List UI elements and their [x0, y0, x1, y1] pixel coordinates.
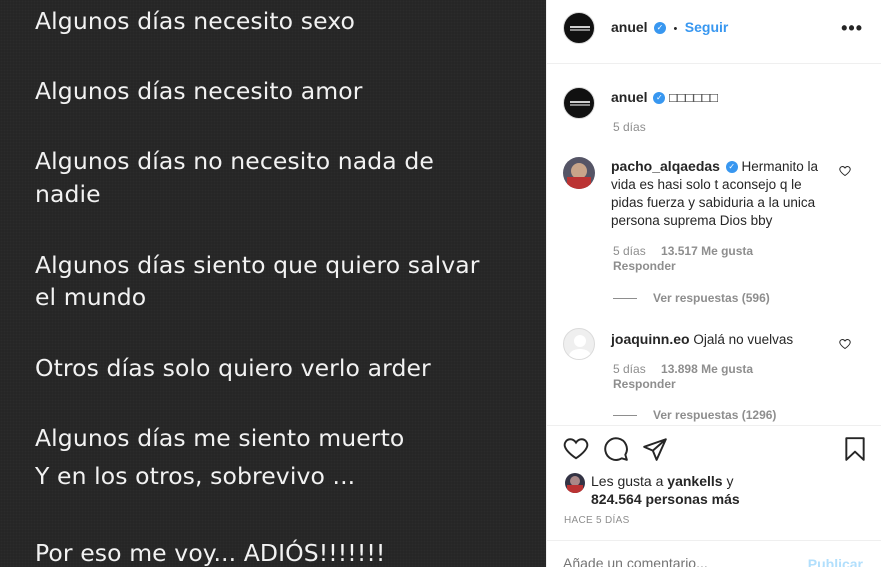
like-comment-icon[interactable]: [839, 165, 851, 177]
post-image[interactable]: Algunos días necesito sexo Algunos días …: [0, 0, 546, 567]
likes-user[interactable]: yankells: [667, 473, 722, 489]
post-actions: Les gusta a yankells y 824.564 personas …: [547, 425, 881, 540]
likes-prefix: Les gusta a: [591, 473, 664, 489]
post-header: anuel ✓ • Seguir •••: [547, 0, 881, 64]
post-time[interactable]: HACE 5 DÍAS: [564, 515, 630, 526]
post-text-line: Algunos días necesito sexo: [35, 7, 355, 35]
comment-text: vida es hasi solo t aconsejo q le: [611, 177, 802, 192]
view-replies-button[interactable]: Ver respuestas (596): [653, 291, 770, 305]
like-comment-icon[interactable]: [839, 338, 851, 350]
view-replies-button[interactable]: Ver respuestas (1296): [653, 408, 776, 422]
more-options-icon[interactable]: •••: [841, 18, 863, 39]
post-side-panel: anuel ✓ • Seguir ••• anuel ✓ □□□□□□ 5 dí…: [546, 0, 881, 567]
post-text-line: Algunos días siento que quiero salvar: [35, 251, 480, 279]
post-text-line: Algunos días necesito amor: [35, 77, 363, 105]
verified-badge-icon: ✓: [725, 161, 738, 174]
comment-username[interactable]: joaquinn.eo: [611, 331, 690, 347]
comment-likes[interactable]: 13.898 Me gusta: [661, 362, 753, 376]
avatar[interactable]: [563, 328, 595, 360]
follow-button[interactable]: Seguir: [685, 19, 729, 35]
post-text-line: el mundo: [35, 283, 147, 311]
post-text-line: Algunos días no necesito nada de: [35, 147, 434, 175]
separator: •: [673, 23, 678, 35]
comment-text: Hermanito la: [741, 159, 818, 174]
post-text-line: nadie: [35, 180, 101, 208]
comment-text: pidas fuerza y sabiduria a la unica: [611, 195, 816, 210]
likes-count[interactable]: 824.564 personas más: [591, 491, 740, 507]
avatar[interactable]: [563, 87, 595, 119]
comments-list[interactable]: anuel ✓ □□□□□□ 5 días pacho_alqaedas ✓ H…: [547, 65, 881, 425]
caption-text: □□□□□□: [669, 90, 719, 105]
avatar[interactable]: [563, 12, 595, 44]
avatar[interactable]: [563, 157, 595, 189]
post-text-line: Algunos días me siento muerto: [35, 424, 405, 452]
comment-text: persona suprema Dios bby: [611, 213, 773, 228]
avatar[interactable]: [565, 473, 585, 493]
share-icon[interactable]: [642, 436, 668, 462]
comment-username[interactable]: pacho_alqaedas: [611, 158, 720, 174]
post-text-line: Por eso me voy... ADIÓS!!!!!!!: [35, 539, 386, 567]
save-bookmark-icon[interactable]: [842, 436, 868, 462]
post-text-line: Otros días solo quiero verlo arder: [35, 354, 431, 382]
header-username[interactable]: anuel: [611, 19, 648, 35]
caption-time[interactable]: 5 días: [613, 120, 646, 134]
likes-summary: Les gusta a yankells y 824.564 personas …: [591, 472, 740, 508]
reply-button[interactable]: Responder: [613, 377, 676, 391]
verified-badge-icon: ✓: [653, 92, 666, 105]
replies-divider: [613, 298, 637, 299]
publish-button[interactable]: Publicar: [808, 556, 863, 567]
likes-connector: y: [726, 473, 734, 489]
replies-divider: [613, 415, 637, 416]
reply-button[interactable]: Responder: [613, 259, 676, 273]
caption-username[interactable]: anuel: [611, 89, 648, 105]
add-comment-bar: Publicar: [547, 540, 881, 567]
like-heart-icon[interactable]: [563, 436, 589, 462]
comment-time[interactable]: 5 días: [613, 244, 646, 258]
comment-input[interactable]: [563, 555, 793, 567]
post-text-line: Y en los otros, sobrevivo ...: [35, 462, 356, 490]
comment-icon[interactable]: [603, 436, 629, 462]
verified-badge-icon: ✓: [654, 21, 667, 34]
comment-likes[interactable]: 13.517 Me gusta: [661, 244, 753, 258]
comment-text: Ojalá no vuelvas: [693, 332, 794, 347]
comment-time[interactable]: 5 días: [613, 362, 646, 376]
